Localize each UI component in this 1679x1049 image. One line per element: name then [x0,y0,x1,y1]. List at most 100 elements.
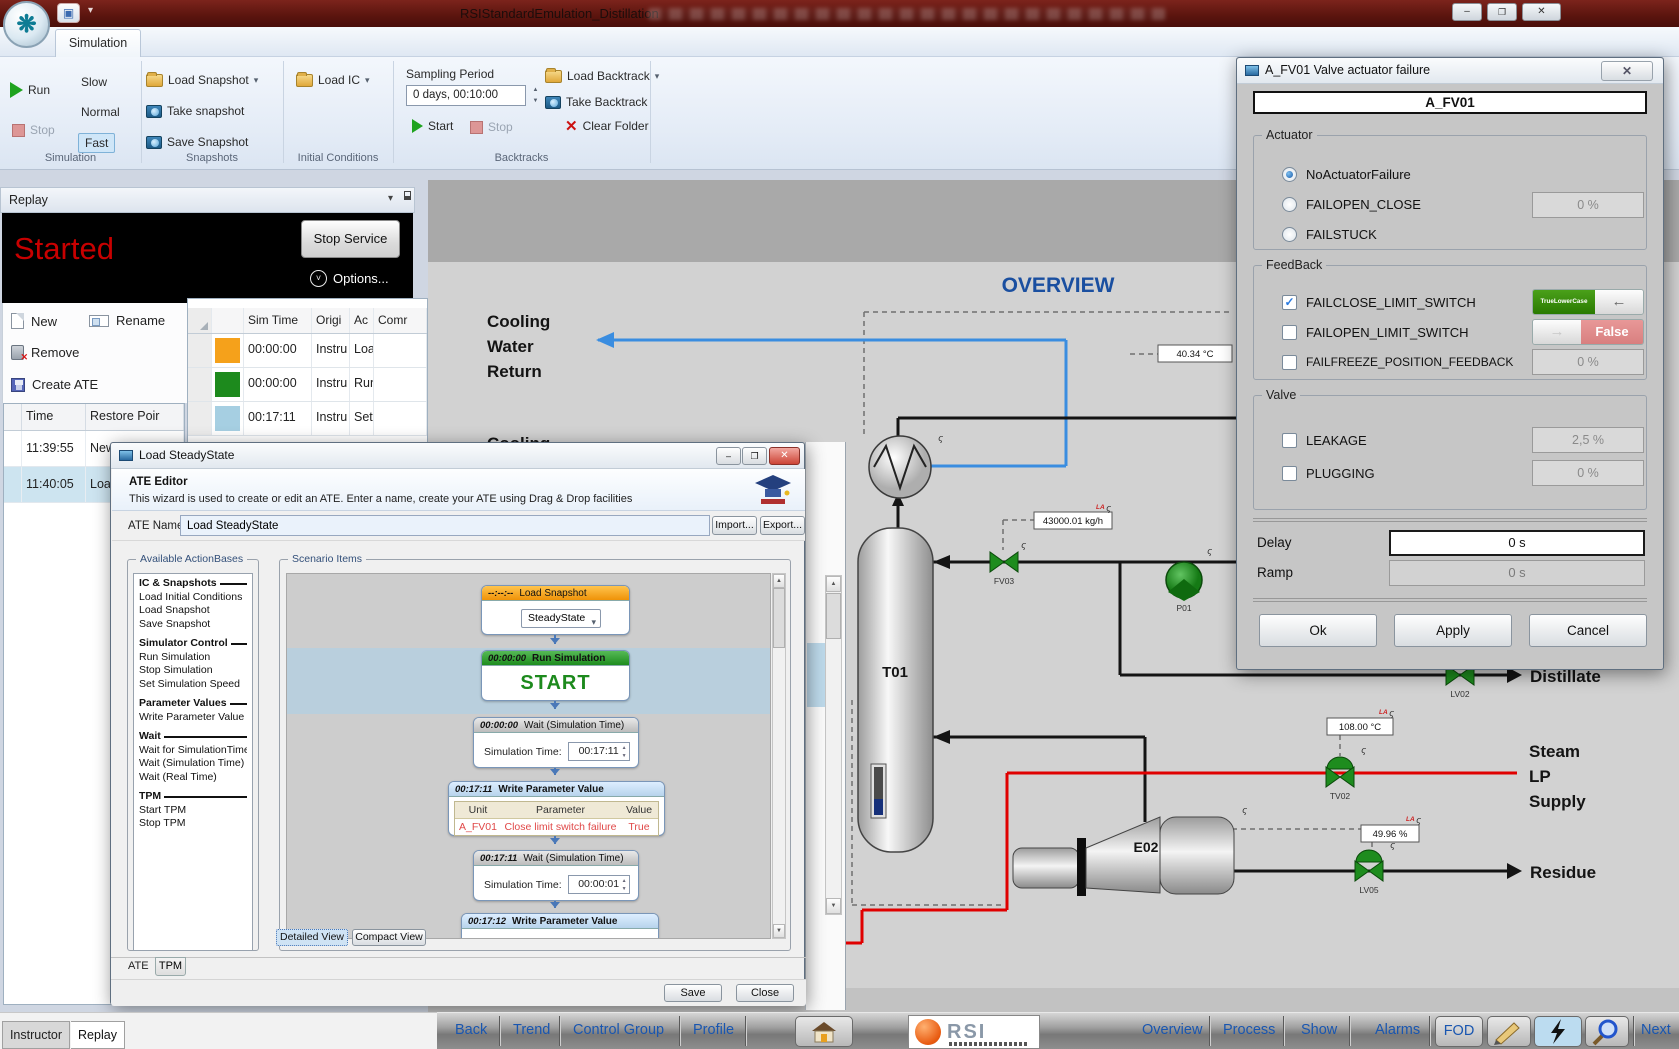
speed-slow[interactable]: Slow [76,73,112,91]
failclose-toggle[interactable]: TrueLowerCase ← [1532,289,1644,315]
quick-access-icon[interactable]: ▣ [57,3,80,23]
nav-alarms[interactable]: Alarms [1375,1022,1420,1038]
scenario-scrollbar[interactable]: ▲ ▼ [772,573,786,939]
origin-header[interactable]: Origi [312,308,350,333]
actionbase-item[interactable]: Set Simulation Speed [139,678,247,692]
dialog-close-button[interactable]: ✕ [769,447,800,465]
failopen-toggle[interactable]: → False [1532,319,1644,345]
stop-service-button[interactable]: Stop Service [301,220,400,258]
app-menu-button[interactable]: ❋ [3,1,50,48]
load-backtrack-button[interactable]: Load Backtrack▾ [545,69,659,83]
sampling-period-input[interactable]: 0 days, 00:10:00 [406,85,526,106]
dialog-minimize-button[interactable]: – [716,447,741,465]
comment-header[interactable]: Comr [374,308,427,333]
tab-replay[interactable]: Replay [71,1021,125,1049]
scroll-down-button[interactable]: ▼ [826,898,841,914]
zoom-button[interactable] [1585,1016,1629,1047]
actionbase-item[interactable]: Run Simulation [139,651,247,665]
table-row[interactable]: 00:00:00 Instru Loa [188,334,427,368]
actionbase-item[interactable]: Start TPM [139,804,247,818]
nav-show[interactable]: Show [1301,1022,1337,1038]
load-ic-button[interactable]: Load IC▾ [296,73,370,87]
tab-simulation[interactable]: Simulation [55,29,141,57]
checkbox-failfreeze-position-feedback[interactable] [1282,355,1297,370]
scenario-block-run-simulation[interactable]: 00:00:00Run Simulation START [481,650,630,701]
time-column-header[interactable]: Time [22,404,86,430]
run-button[interactable]: Run [10,82,50,98]
checkbox-failopen-limit-switch[interactable] [1282,325,1297,340]
scroll-up-button[interactable]: ▲ [826,576,841,592]
scenario-block-write-parameter-2[interactable]: 00:17:12Write Parameter Value [461,913,659,939]
dialog-title-bar[interactable]: A_FV01 Valve actuator failure ✕ [1237,58,1663,84]
quick-access-caret-icon[interactable]: ▾ [88,5,93,16]
sampling-period-stepper[interactable]: ▲▼ [529,85,542,106]
checkbox-leakage[interactable] [1282,433,1297,448]
snapshot-select[interactable]: SteadyState▾ [521,609,601,628]
radio-no-actuator-failure[interactable] [1282,167,1297,182]
radio-failstuck[interactable] [1282,227,1297,242]
ate-name-input[interactable] [180,515,710,536]
remove-button[interactable]: Remove [11,345,79,360]
action-header[interactable]: Ac [350,308,374,333]
nav-next[interactable]: Next [1641,1022,1671,1038]
sim-time-header[interactable]: Sim Time [244,308,312,333]
replay-panel-header[interactable]: Replay [0,187,415,213]
ok-button[interactable]: Ok [1259,614,1377,647]
scrollbar-thumb[interactable] [773,588,785,648]
right-arrow-icon[interactable]: → [1533,320,1581,344]
nav-trend[interactable]: Trend [513,1022,550,1038]
dialog-title-bar[interactable]: Load SteadyState – ❐ ✕ [111,443,804,469]
events-button[interactable] [1534,1016,1582,1047]
scroll-down-button[interactable]: ▼ [773,924,785,938]
left-arrow-icon[interactable]: ← [1595,290,1643,314]
scroll-up-button[interactable]: ▲ [773,574,785,588]
vertical-scrollbar[interactable]: ▲ ▼ [825,575,842,915]
panel-menu-icon[interactable]: ▾ [388,193,393,204]
checkbox-failclose-limit-switch[interactable]: ✓ [1282,295,1297,310]
scenario-block-wait-1[interactable]: 00:00:00Wait (Simulation Time) Simulatio… [473,717,639,768]
scenario-block-load-snapshot[interactable]: --:--:--Load Snapshot SteadyState▾ [481,585,630,635]
create-ate-button[interactable]: Create ATE [11,377,98,392]
save-button[interactable]: Save [664,984,722,1002]
import-button[interactable]: Import... [712,516,757,535]
speed-normal[interactable]: Normal [76,103,125,121]
annotate-button[interactable] [1487,1016,1531,1047]
cancel-button[interactable]: Cancel [1529,614,1647,647]
actionbase-item[interactable]: Wait (Simulation Time) [139,757,247,771]
actionbase-item[interactable]: Wait for SimulationTime [139,744,247,758]
compact-view-button[interactable]: Compact View [352,929,426,946]
detailed-view-button[interactable]: Detailed View [276,929,348,946]
scenario-block-wait-2[interactable]: 00:17:11Wait (Simulation Time) Simulatio… [473,850,639,901]
close-button[interactable]: Close [736,984,794,1002]
nav-fod[interactable]: FOD [1435,1016,1483,1047]
clear-folder-button[interactable]: ✕Clear Folder [565,119,649,133]
actionbase-item[interactable]: Write Parameter Value [139,711,247,725]
table-row[interactable]: 00:00:00 Instru Run [188,368,427,402]
actionbase-item[interactable]: Load Initial Conditions [139,591,247,605]
export-button[interactable]: Export... [760,516,805,535]
window-minimize-button[interactable]: – [1452,3,1482,21]
nav-overview[interactable]: Overview [1142,1022,1202,1038]
home-button[interactable] [795,1016,853,1047]
window-maximize-button[interactable]: ❐ [1487,3,1517,21]
restore-point-column-header[interactable]: Restore Poir [86,404,184,430]
window-close-button[interactable]: ✕ [1522,3,1561,21]
dialog-close-button[interactable]: ✕ [1601,61,1653,81]
save-snapshot-button[interactable]: Save Snapshot [146,135,248,149]
checkbox-plugging[interactable] [1282,466,1297,481]
nav-control-group[interactable]: Control Group [573,1022,664,1038]
simulation-time-input[interactable]: 00:00:01▲▼ [568,875,630,894]
nav-profile[interactable]: Profile [693,1022,734,1038]
speed-fast[interactable]: Fast [78,133,115,153]
apply-button[interactable]: Apply [1394,614,1512,647]
tab-instructor[interactable]: Instructor [2,1021,70,1049]
nav-back[interactable]: Back [455,1022,487,1038]
dialog-maximize-button[interactable]: ❐ [742,447,767,465]
scrollbar-thumb[interactable] [826,593,841,639]
load-snapshot-button[interactable]: Load Snapshot▾ [146,73,258,87]
actionbase-item[interactable]: Load Snapshot [139,604,247,618]
actionbase-item[interactable]: Save Snapshot [139,618,247,632]
options-button[interactable]: ˅ Options... [310,270,389,287]
take-snapshot-button[interactable]: Take snapshot [146,104,244,118]
scenario-block-write-parameter[interactable]: 00:17:11Write Parameter Value Unit Param… [448,781,665,836]
